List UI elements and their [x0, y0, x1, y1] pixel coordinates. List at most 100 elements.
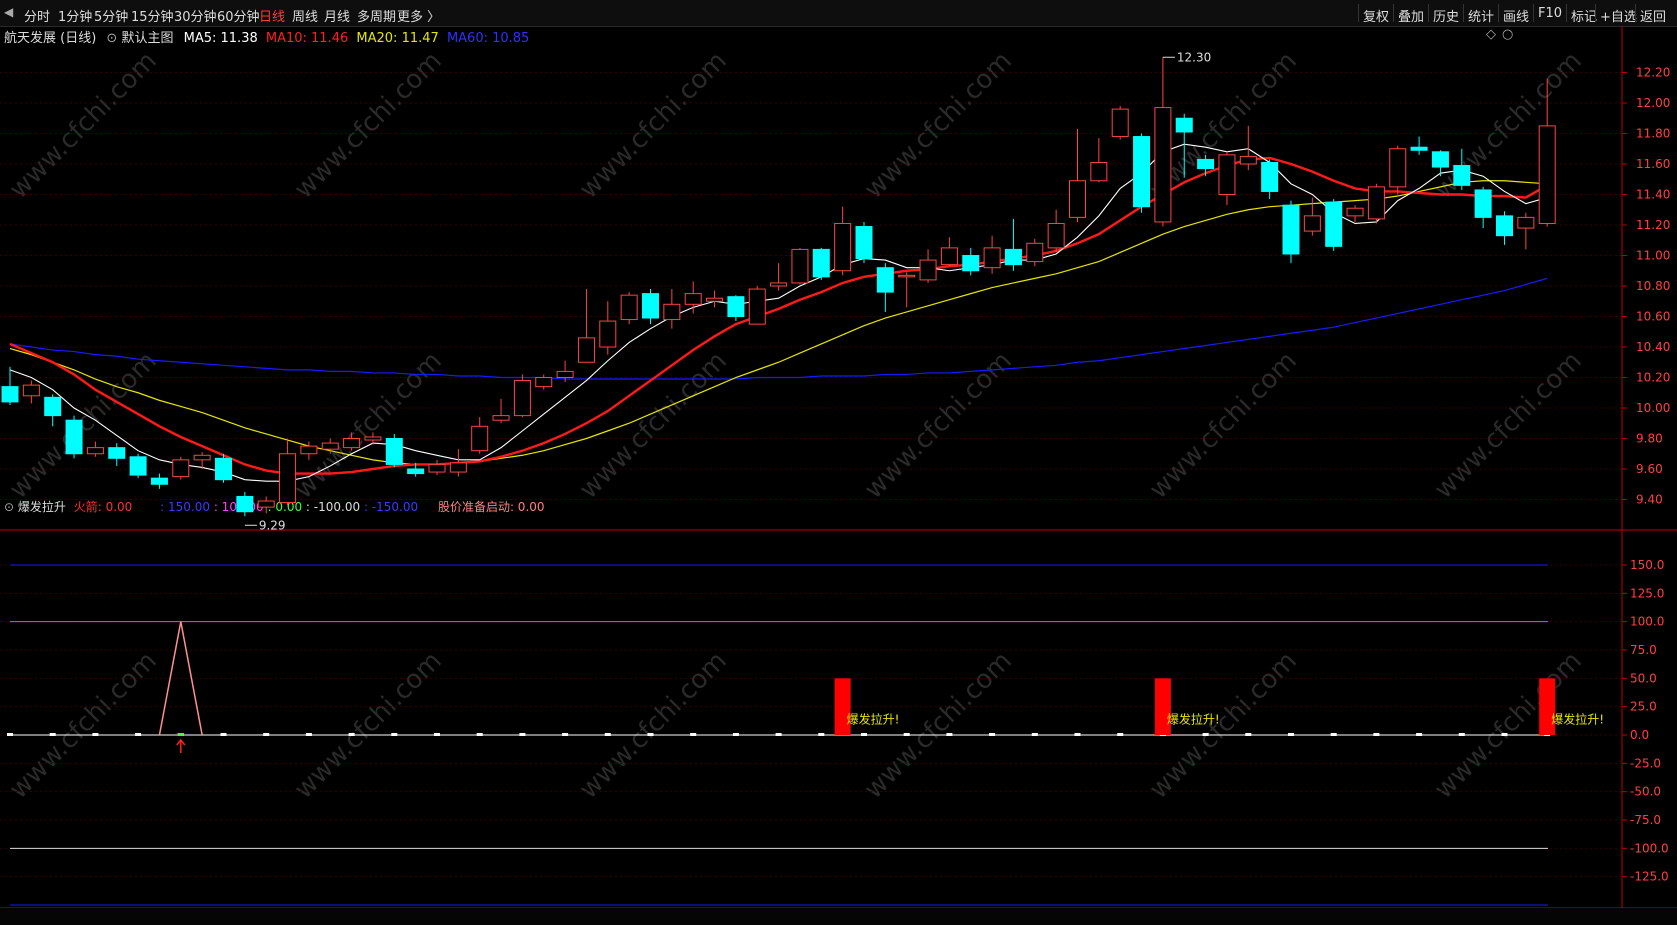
zero-dot: [1458, 733, 1465, 736]
zero-dot: [434, 733, 440, 736]
zero-dot: [305, 733, 312, 736]
candle-body: [535, 377, 553, 388]
candle-body: [1175, 117, 1193, 133]
zero-dot: [690, 733, 697, 736]
zero-dot: [562, 733, 569, 736]
candle-body: [193, 454, 211, 461]
y-tick-label: -100.0: [1630, 841, 1669, 855]
zero-dot: [903, 733, 910, 736]
y-tick-label: 11.00: [1636, 249, 1670, 263]
candle-body: [812, 248, 830, 278]
spike-marker: [177, 733, 184, 736]
candle-body: [620, 294, 638, 321]
candle-body: [215, 457, 232, 481]
zero-dot: [135, 733, 142, 736]
candle-body: [1303, 215, 1321, 232]
price-annotation: 9.29: [259, 518, 286, 532]
candle-body: [449, 462, 467, 473]
candle-body: [898, 274, 916, 278]
candle-body: [236, 495, 254, 513]
time-axis: [0, 908, 1677, 925]
candle-body: [706, 297, 724, 302]
candle-body: [919, 259, 937, 281]
y-tick-label: 9.60: [1636, 462, 1663, 476]
kline-chart[interactable]: www.cfchi.com www.cfchi.com www.cfchi.com w…: [0, 0, 1677, 925]
zero-dot: [1330, 733, 1337, 736]
candle-body: [65, 419, 83, 455]
candle-body: [86, 447, 104, 455]
candle-body: [1026, 242, 1044, 263]
candle-body: [663, 303, 681, 321]
candle-body: [1389, 148, 1407, 188]
price-annotation: 12.30: [1177, 50, 1211, 64]
candle-body: [556, 370, 574, 378]
candle-body: [150, 477, 168, 485]
candle-body: [1090, 161, 1108, 182]
candle-body: [770, 282, 788, 287]
zero-dot: [92, 733, 99, 736]
zero-dot: [775, 733, 782, 736]
zero-dot: [1074, 733, 1081, 736]
candle-body: [1410, 146, 1428, 151]
candle-body: [1325, 201, 1343, 247]
candle-body: [1431, 151, 1449, 168]
y-tick-label: 12.00: [1636, 96, 1670, 110]
candle-body: [22, 384, 40, 397]
zero-dot: [220, 733, 227, 736]
candle-body: [1069, 180, 1086, 218]
zero-dot: [1202, 733, 1209, 736]
candle-body: [983, 247, 1001, 269]
y-tick-label: 11.20: [1636, 218, 1670, 232]
watermark-text: www.cfchi.com: [574, 646, 733, 805]
zero-dot: [946, 733, 953, 736]
zero-dot: [1031, 733, 1038, 736]
candle-body: [684, 293, 702, 305]
candle-body: [940, 247, 958, 266]
candle-body: [1, 386, 19, 403]
candle-body: [1367, 186, 1385, 220]
candle-body: [1154, 107, 1172, 223]
y-tick-label: 10.60: [1636, 310, 1670, 324]
watermark-text: www.cfchi.com: [574, 46, 733, 205]
signal-label: 爆发拉升!: [1551, 712, 1604, 727]
watermark-text: www.cfchi.com: [4, 46, 163, 205]
ma60-line: [9, 277, 1548, 380]
candle-body: [1218, 154, 1236, 196]
candle-body: [1453, 165, 1471, 186]
candle-body: [1474, 189, 1492, 218]
y-tick-label: 75.0: [1630, 643, 1657, 657]
signal-label: 爆发拉升!: [1167, 712, 1220, 727]
candle-body: [1047, 222, 1065, 249]
zero-dot: [732, 733, 739, 736]
y-tick-label: 10.00: [1636, 401, 1670, 415]
candle-body: [748, 288, 766, 325]
candle-body: [599, 320, 617, 348]
candle-body: [44, 396, 62, 417]
y-tick-label: -25.0: [1630, 756, 1661, 770]
candle-body: [855, 226, 873, 260]
candle-body: [129, 456, 147, 476]
zero-dot: [519, 733, 526, 736]
candle-body: [962, 255, 980, 272]
y-tick-label: 10.20: [1636, 371, 1670, 385]
candle-body: [300, 445, 318, 455]
y-tick-label: 12.20: [1636, 66, 1670, 80]
candle-body: [791, 248, 809, 284]
candle-body: [1197, 158, 1215, 170]
candle-body: [428, 463, 446, 473]
watermark-text: www.cfchi.com: [289, 646, 448, 805]
candle-body: [407, 468, 425, 475]
candle-body: [1261, 161, 1279, 192]
y-tick-label: 11.80: [1636, 127, 1670, 141]
candle-body: [1239, 155, 1257, 165]
y-tick-label: -75.0: [1630, 813, 1661, 827]
candle-body: [172, 459, 190, 478]
y-tick-label: 125.0: [1630, 586, 1664, 600]
candle-body: [385, 438, 403, 465]
watermark-text: www.cfchi.com: [289, 46, 448, 205]
zero-dot: [49, 733, 56, 736]
y-tick-label: 11.40: [1636, 188, 1670, 202]
candle-body: [471, 425, 489, 452]
candle-body: [1133, 136, 1151, 208]
watermark-text: www.cfchi.com: [1429, 346, 1588, 505]
